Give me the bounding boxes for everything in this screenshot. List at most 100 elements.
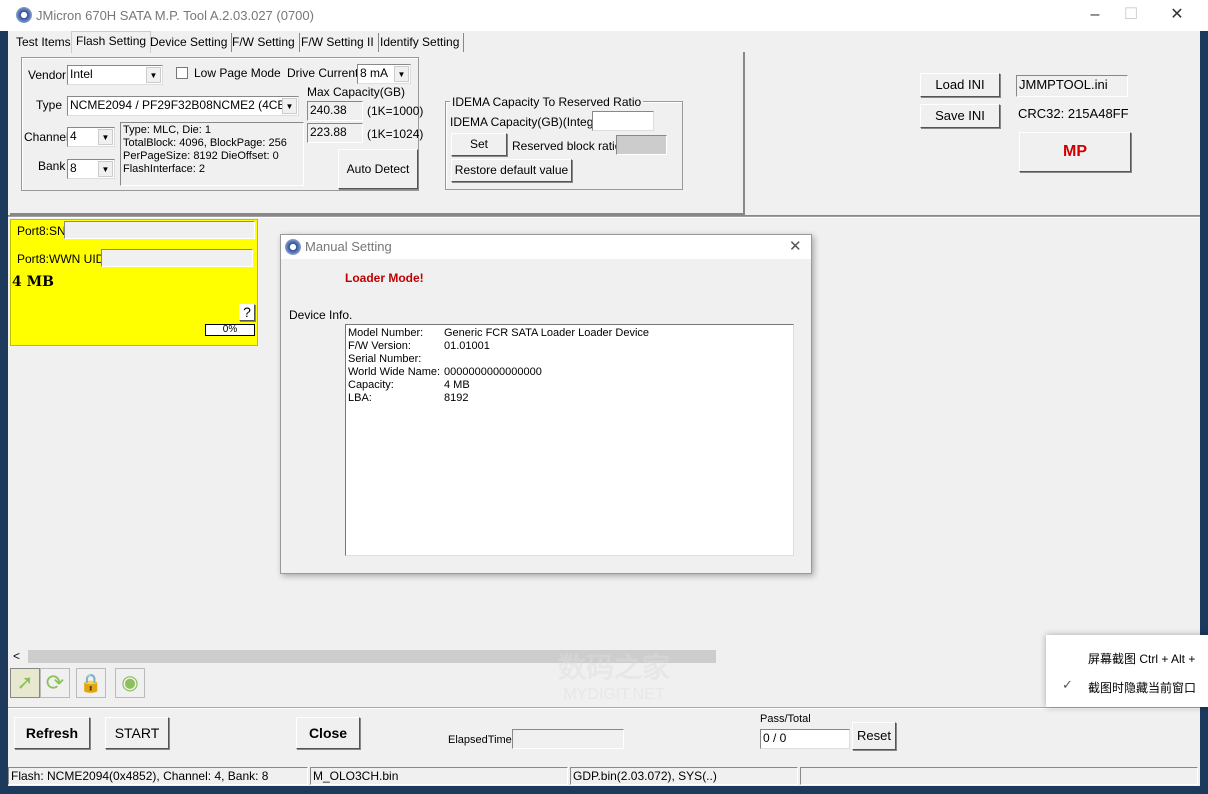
drive-current-value: 8 mA <box>360 66 389 80</box>
bank-value: 8 <box>70 161 77 175</box>
mp-button[interactable]: MP <box>1019 132 1131 172</box>
channel-label: Channel <box>24 130 69 144</box>
port-wwn-field <box>101 249 253 267</box>
watermark-en: MYDIGIT.NET <box>563 686 665 703</box>
crc32-label: CRC32: 215A48FF <box>1018 106 1129 121</box>
channel-select[interactable]: 4 ▼ <box>67 127 115 147</box>
vendor-select[interactable]: Intel ▼ <box>67 65 163 85</box>
low-page-mode-label: Low Page Mode <box>194 66 281 80</box>
maximize-button[interactable]: ☐ <box>1119 4 1143 26</box>
manual-setting-dialog: Manual Setting ✕ Loader Mode! Device Inf… <box>280 234 812 574</box>
dialog-title: Manual Setting <box>305 239 392 254</box>
type-label: Type <box>36 98 63 112</box>
low-page-mode-checkbox[interactable] <box>176 67 188 79</box>
info-key: F/W Version: <box>348 340 411 352</box>
title-bar: JMicron 670H SATA M.P. Tool A.2.03.027 (… <box>0 0 1208 31</box>
channel-value: 4 <box>70 129 77 143</box>
chevron-down-icon: ▼ <box>282 98 297 114</box>
idema-capacity-label: IDEMA Capacity(GB)(Integer) <box>450 115 609 129</box>
minimize-button[interactable]: – <box>1083 4 1107 26</box>
info-key: Serial Number: <box>348 353 422 365</box>
info-value: Generic FCR SATA Loader Loader Device <box>444 327 650 339</box>
capacity-1000-unit: (1K=1000) <box>367 104 424 118</box>
status-extra <box>800 767 1198 785</box>
port-wwn-label: Port8:WWN UID <box>17 252 105 266</box>
elapsed-time-field <box>512 729 624 749</box>
tab-flash-setting[interactable]: Flash Setting <box>71 31 152 53</box>
window-title: JMicron 670H SATA M.P. Tool A.2.03.027 (… <box>36 8 314 23</box>
watermark: 数码之家 MYDIGIT.NET <box>508 646 670 704</box>
set-button[interactable]: Set <box>451 133 507 156</box>
port-progress-bar: 0% <box>205 324 255 336</box>
chevron-down-icon: ▼ <box>98 161 113 177</box>
info-key: Capacity: <box>348 379 394 391</box>
tab-fw-setting[interactable]: F/W Setting <box>228 33 300 52</box>
status-gdp: GDP.bin(2.03.072), SYS(..) <box>570 767 798 785</box>
tab-device-setting[interactable]: Device Setting <box>146 33 233 52</box>
capacity-1024-unit: (1K=1024) <box>367 127 424 141</box>
info-row: F/W Version: 01.01001 <box>348 340 791 353</box>
capacity-1024-field: 223.88 <box>307 123 363 143</box>
type-select[interactable]: NCME2094 / PF29F32B08NCME2 (4CE) ▼ <box>67 96 299 116</box>
restore-default-button[interactable]: Restore default value <box>451 159 572 182</box>
reset-button[interactable]: Reset <box>852 722 896 750</box>
save-ini-button[interactable]: Save INI <box>920 104 1000 128</box>
bank-select[interactable]: 8 ▼ <box>67 159 115 179</box>
port-sn-field <box>64 221 255 239</box>
drive-current-select[interactable]: 8 mA ▼ <box>357 64 411 84</box>
vendor-label: Vendor <box>28 68 67 82</box>
info-row: LBA: 8192 <box>348 392 791 405</box>
info-row: Serial Number: <box>348 353 791 366</box>
capacity-1000-field: 240.38 <box>307 101 363 121</box>
info-row: World Wide Name: 0000000000000000 <box>348 366 791 379</box>
auto-detect-button[interactable]: Auto Detect <box>338 149 418 189</box>
chevron-down-icon: ▼ <box>98 129 113 145</box>
port-capacity: 4 MB <box>12 274 54 290</box>
refresh-cycle-icon[interactable]: ⟳ <box>40 668 70 698</box>
flash-info-line: PerPageSize: 8192 DieOffset: 0 <box>123 150 279 162</box>
close-window-button[interactable]: ✕ <box>1165 4 1189 26</box>
max-capacity-label: Max Capacity(GB) <box>307 85 406 99</box>
stop-icon[interactable]: ◉ <box>115 668 145 698</box>
info-value: 8192 <box>444 392 469 404</box>
app-icon <box>16 7 32 23</box>
tab-fw-setting-2[interactable]: F/W Setting II <box>297 33 379 52</box>
info-value: 0000000000000000 <box>444 366 542 378</box>
screenshot-popup-menu: 屏幕截图 Ctrl + Alt + ✓ 截图时隐藏当前窗口 <box>1046 635 1208 707</box>
device-info-label: Device Info. <box>289 308 353 322</box>
vendor-value: Intel <box>70 67 93 81</box>
idema-capacity-input[interactable] <box>592 111 654 131</box>
reserved-ratio-label: Reserved block ratio <box>512 139 622 153</box>
scroll-left-icon[interactable]: < <box>13 649 20 663</box>
close-button[interactable]: Close <box>296 717 360 749</box>
elapsed-time-label: ElapsedTime <box>448 734 512 746</box>
info-value: 4 MB <box>444 379 470 391</box>
chevron-down-icon: ▼ <box>146 67 161 83</box>
start-button[interactable]: START <box>105 717 169 749</box>
flash-info-line: FlashInterface: 2 <box>123 163 205 175</box>
dialog-close-icon[interactable]: ✕ <box>789 237 802 255</box>
load-ini-button[interactable]: Load INI <box>920 73 1000 97</box>
tab-test-items[interactable]: Test Items <box>12 33 76 52</box>
pass-total-label: Pass/Total <box>760 713 811 725</box>
pin-icon[interactable]: ➚ <box>10 668 40 698</box>
refresh-button[interactable]: Refresh <box>14 717 90 749</box>
device-info-box: Model Number: Generic FCR SATA Loader Loa… <box>345 324 794 556</box>
loader-mode-label: Loader Mode! <box>345 271 424 285</box>
idema-title: IDEMA Capacity To Reserved Ratio <box>450 95 644 109</box>
flash-info-line: Type: MLC, Die: 1 <box>123 124 212 136</box>
tab-identify-setting[interactable]: Identify Setting <box>376 33 465 52</box>
popup-item-screenshot[interactable]: 屏幕截图 Ctrl + Alt + <box>1088 650 1195 667</box>
info-key: World Wide Name: <box>348 366 441 378</box>
help-button[interactable]: ? <box>239 304 255 321</box>
type-value: NCME2094 / PF29F32B08NCME2 (4CE) <box>70 98 290 112</box>
watermark-cn: 数码之家 <box>558 652 671 683</box>
status-flash: Flash: NCME2094(0x4852), Channel: 4, Ban… <box>8 767 308 785</box>
popup-item-hide-window[interactable]: 截图时隐藏当前窗口 <box>1088 679 1196 696</box>
lock-icon[interactable]: 🔒 <box>76 668 106 698</box>
progress-text: 0% <box>222 324 238 335</box>
status-bin: M_OLO3CH.bin <box>310 767 568 785</box>
drive-current-label: Drive Current <box>287 66 359 80</box>
info-row: Model Number: Generic FCR SATA Loader Loa… <box>348 327 791 340</box>
chevron-down-icon: ▼ <box>394 66 409 82</box>
